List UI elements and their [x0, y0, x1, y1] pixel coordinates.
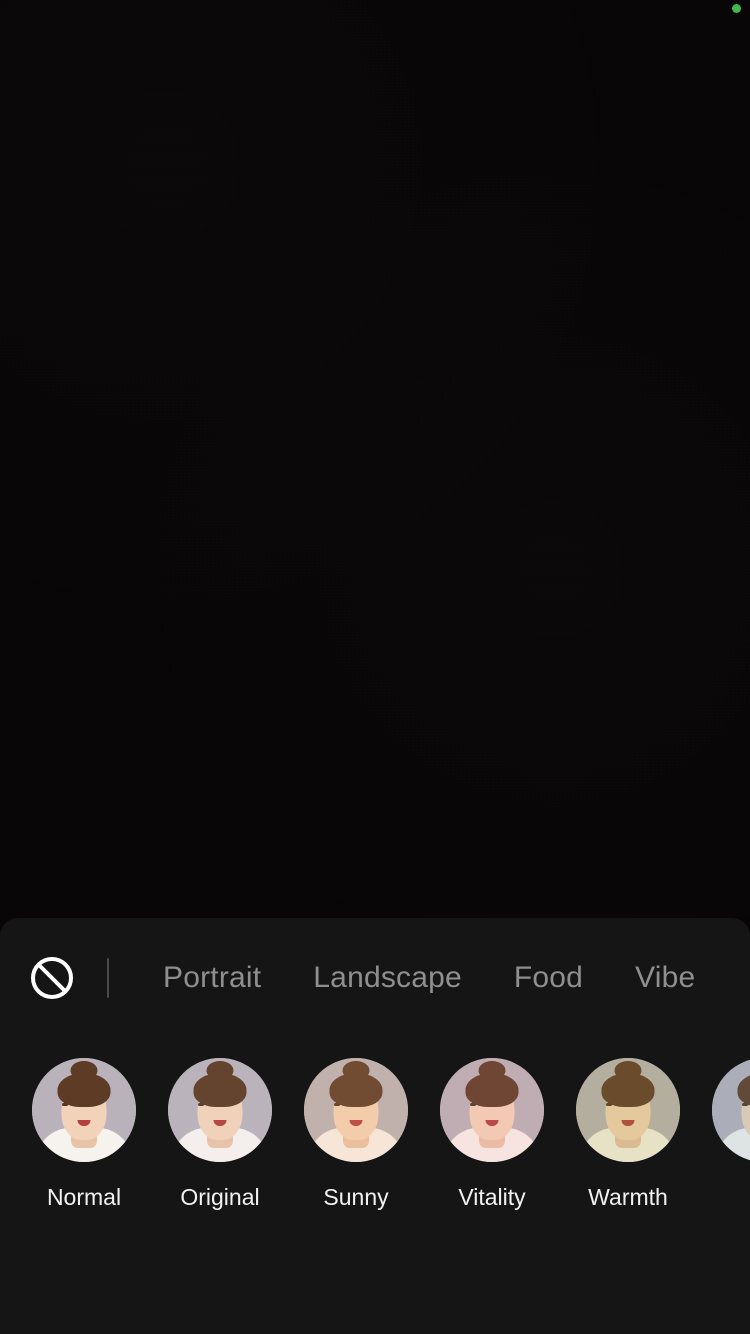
filter-item-sunny[interactable]: Sunny: [304, 1058, 408, 1211]
filter-thumbnail[interactable]: [168, 1058, 272, 1162]
filter-item-warmth[interactable]: Warmth: [576, 1058, 680, 1211]
filter-thumbnail[interactable]: [576, 1058, 680, 1162]
no-filter-button[interactable]: [29, 955, 75, 1001]
camera-preview-viewport[interactable]: [0, 0, 750, 918]
camera-active-dot: [732, 4, 741, 13]
filter-category-tabs: Portrait Landscape Food Vibe: [163, 961, 750, 995]
filter-thumbnail[interactable]: [32, 1058, 136, 1162]
tab-portrait[interactable]: Portrait: [163, 961, 261, 995]
filter-item-partial[interactable]: Is: [712, 1058, 750, 1211]
filter-thumbnail[interactable]: [440, 1058, 544, 1162]
tab-vibe[interactable]: Vibe: [635, 961, 695, 995]
filter-thumbnail[interactable]: [712, 1058, 750, 1162]
filter-thumbnail[interactable]: [304, 1058, 408, 1162]
filter-label: Original: [180, 1184, 260, 1210]
filter-label: Warmth: [588, 1184, 668, 1210]
filter-thumbnail-strip[interactable]: Normal Original Sunny Vitality Warmth: [0, 1058, 750, 1248]
filter-label: Sunny: [323, 1184, 389, 1210]
tab-landscape[interactable]: Landscape: [313, 961, 462, 995]
tab-food[interactable]: Food: [514, 961, 583, 995]
camera-filter-screen: Portrait Landscape Food Vibe Normal Orig…: [0, 0, 750, 1334]
filter-item-vitality[interactable]: Vitality: [440, 1058, 544, 1211]
filter-label: Vitality: [458, 1184, 526, 1210]
filter-category-tab-row: Portrait Landscape Food Vibe: [0, 918, 750, 1038]
filter-item-original[interactable]: Original: [168, 1058, 272, 1211]
no-filter-icon: [31, 957, 73, 999]
filter-panel: Portrait Landscape Food Vibe Normal Orig…: [0, 918, 750, 1334]
filter-item-normal[interactable]: Normal: [32, 1058, 136, 1211]
toolbar-divider: [107, 958, 109, 998]
filter-label: Normal: [46, 1184, 122, 1210]
